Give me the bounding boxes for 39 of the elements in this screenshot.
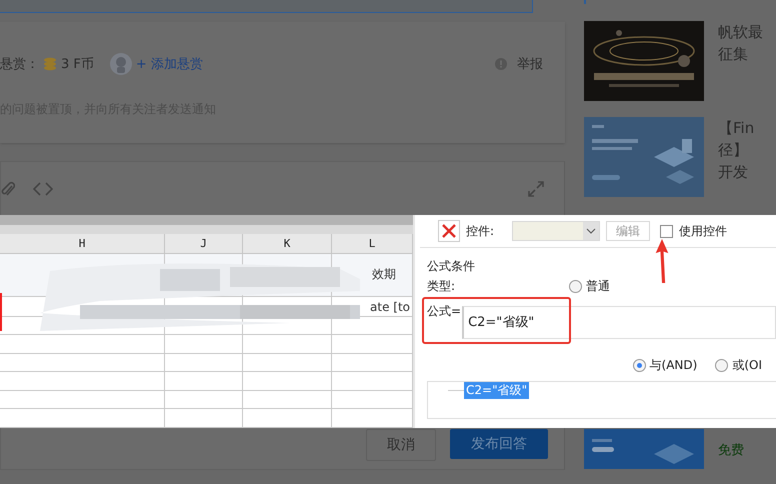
checkbox-label: 使用控件	[679, 222, 728, 240]
edit-button[interactable]: 编辑	[606, 221, 650, 241]
cell-text: 效期	[372, 266, 396, 284]
chevron-down-icon	[586, 228, 596, 234]
column-header: H	[0, 234, 165, 254]
radio-label: 普通	[586, 278, 610, 295]
cancel-button[interactable]: 取消	[366, 429, 436, 461]
report-link[interactable]: 举报	[517, 55, 543, 73]
delete-icon[interactable]	[438, 220, 460, 242]
coins-icon	[43, 57, 57, 71]
radio-button[interactable]	[632, 359, 646, 372]
add-bounty-link[interactable]: + 添加悬赏	[136, 55, 203, 73]
annotation-arrow	[654, 239, 670, 283]
formula-field[interactable]: C2="省级"	[462, 306, 776, 339]
expand-icon[interactable]	[528, 181, 544, 197]
type-label: 类型:	[427, 278, 456, 295]
checkbox[interactable]	[660, 224, 674, 238]
publish-button[interactable]: 发布回答	[450, 429, 548, 459]
widget-label: 控件:	[466, 222, 494, 240]
radio-button[interactable]	[569, 280, 582, 293]
radio-label: 与(AND)	[650, 357, 698, 374]
column-header: J	[165, 234, 243, 254]
bounty-label: 悬赏：	[0, 56, 39, 73]
warning-icon	[495, 58, 507, 70]
cell-text: ate [to	[370, 300, 410, 314]
paperclip-icon[interactable]	[1, 180, 15, 198]
avatar-icon	[110, 53, 132, 75]
article-title[interactable]: 【Fin 径】 开发	[718, 117, 754, 183]
radio-button[interactable]	[715, 359, 728, 372]
column-header: L	[332, 234, 413, 254]
formula-label: 公式=	[427, 303, 462, 320]
bounty-amount: 3 F币	[61, 56, 94, 73]
column-header: K	[243, 234, 332, 254]
condition-item[interactable]: C2="省级"	[464, 382, 530, 398]
radio-label: 或(OI	[732, 357, 762, 374]
article-title[interactable]: 帆软最 征集	[718, 21, 763, 65]
code-icon[interactable]	[33, 181, 53, 197]
price-tag: 免费	[718, 441, 744, 459]
group-title: 公式条件	[427, 258, 476, 275]
